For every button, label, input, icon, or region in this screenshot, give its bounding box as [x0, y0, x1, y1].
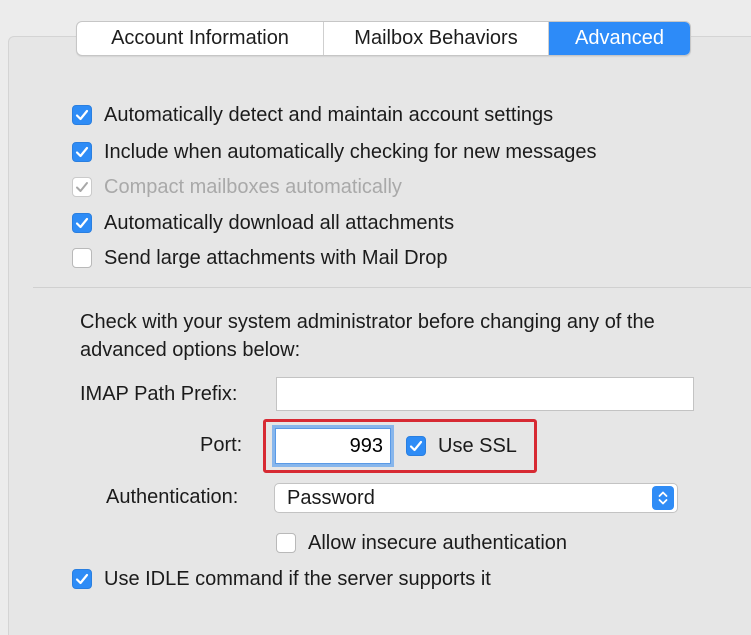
option-auto-detect[interactable]: Automatically detect and maintain accoun… — [72, 102, 553, 128]
option-download-attachments[interactable]: Automatically download all attachments — [72, 210, 454, 236]
authentication-select-value: Password — [287, 486, 375, 509]
checkmark-icon — [76, 182, 88, 192]
checkbox-allow-insecure-auth[interactable] — [276, 533, 296, 553]
option-auto-detect-label: Automatically detect and maintain accoun… — [104, 103, 554, 126]
option-use-idle-label: Use IDLE command if the server supports … — [104, 567, 491, 590]
tab-bar: Account Information Mailbox Behaviors Ad… — [76, 21, 691, 56]
admin-notice: Check with your system administrator bef… — [80, 311, 655, 361]
checkmark-icon — [409, 440, 423, 452]
checkmark-icon — [75, 146, 89, 158]
port-input[interactable] — [272, 425, 394, 467]
checkmark-icon — [75, 109, 89, 121]
checkbox-compact-mailboxes — [72, 177, 92, 197]
option-include-check[interactable]: Include when automatically checking for … — [72, 139, 596, 165]
preferences-pane: Account Information Mailbox Behaviors Ad… — [0, 0, 751, 635]
option-mail-drop[interactable]: Send large attachments with Mail Drop — [72, 245, 448, 271]
option-download-attachments-label: Automatically download all attachments — [104, 211, 455, 234]
tab-account-information[interactable]: Account Information — [77, 22, 324, 55]
checkbox-download-attachments[interactable] — [72, 213, 92, 233]
up-down-chevron-icon — [652, 486, 674, 510]
imap-path-prefix-input[interactable] — [276, 377, 694, 411]
tab-mailbox-behaviors[interactable]: Mailbox Behaviors — [324, 22, 549, 55]
option-allow-insecure-auth[interactable]: Allow insecure authentication — [276, 530, 567, 556]
checkbox-use-idle[interactable] — [72, 569, 92, 589]
tab-advanced[interactable]: Advanced — [549, 22, 690, 55]
imap-path-prefix-label: IMAP Path Prefix: — [80, 383, 238, 405]
port-label: Port: — [200, 434, 243, 456]
option-allow-insecure-auth-label: Allow insecure authentication — [308, 531, 568, 554]
checkbox-use-ssl[interactable] — [406, 436, 426, 456]
option-use-idle[interactable]: Use IDLE command if the server supports … — [72, 566, 491, 592]
option-compact-mailboxes: Compact mailboxes automatically — [72, 174, 402, 200]
option-use-ssl[interactable]: Use SSL — [406, 433, 517, 459]
option-compact-mailboxes-label: Compact mailboxes automatically — [104, 175, 402, 198]
checkbox-mail-drop[interactable] — [72, 248, 92, 268]
checkbox-auto-detect[interactable] — [72, 105, 92, 125]
checkmark-icon — [75, 573, 89, 585]
authentication-select[interactable]: Password — [274, 483, 678, 513]
option-include-check-label: Include when automatically checking for … — [104, 140, 597, 163]
option-mail-drop-label: Send large attachments with Mail Drop — [104, 246, 448, 269]
checkmark-icon — [75, 217, 89, 229]
option-use-ssl-label: Use SSL — [438, 434, 517, 457]
checkbox-include-check[interactable] — [72, 142, 92, 162]
authentication-label: Authentication: — [106, 486, 239, 508]
section-divider — [33, 287, 751, 288]
